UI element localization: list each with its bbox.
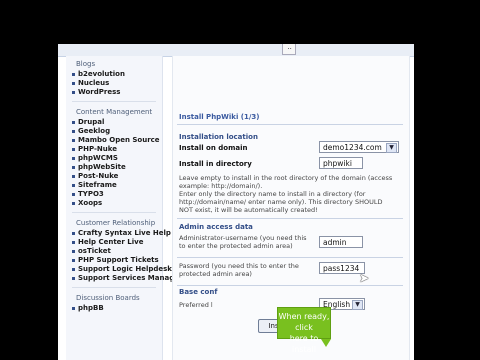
sidebar-item-support-services[interactable]: Support Services Manager <box>66 274 182 283</box>
directory-note-line: Leave empty to install in the root direc… <box>179 174 393 182</box>
browser-page: ·· Blogs b2evolution Nucleus WordPress C… <box>58 44 414 360</box>
sidebar-item-xoops[interactable]: Xoops <box>66 199 162 208</box>
bullet-icon <box>72 121 75 124</box>
chevron-down-icon: ▼ <box>352 300 363 310</box>
section-admin-access: Admin access data <box>179 223 253 231</box>
sidebar-category-customer-relationship: Customer Relationship <box>76 219 156 227</box>
bullet-icon <box>72 91 75 94</box>
divider <box>177 257 403 258</box>
section-installation-location: Installation location <box>179 133 258 141</box>
sidebar-item-b2evolution[interactable]: b2evolution <box>66 70 162 79</box>
bullet-icon <box>72 139 75 142</box>
sidebar-item-support-logic[interactable]: Support Logic Helpdesk <box>66 265 172 274</box>
directory-note-line: NOT exist, it will be automatically crea… <box>179 206 318 214</box>
bullet-icon <box>72 193 75 196</box>
sidebar-item-nucleus[interactable]: Nucleus <box>66 79 162 88</box>
chevron-down-icon: ▼ <box>386 143 397 153</box>
mouse-pointer-icon: ➤ <box>359 271 370 285</box>
password-label: Password (you need this to enter the <box>179 262 299 270</box>
bullet-icon <box>72 157 75 160</box>
directory-note-line: Enter only the directory name to install… <box>179 190 366 198</box>
bullet-icon <box>72 82 75 85</box>
sidebar-item-drupal[interactable]: Drupal <box>66 118 162 127</box>
sidebar-category-content-management: Content Management <box>76 108 153 116</box>
divider <box>177 124 403 125</box>
sidebar-item-php-support-tickets[interactable]: PHP Support Tickets <box>66 256 162 265</box>
tooltip-line: When ready, click <box>278 312 330 332</box>
sidebar-item-mambo[interactable]: Mambo Open Source <box>66 136 162 145</box>
instruction-tooltip: When ready, click here to install <box>277 307 331 354</box>
language-label: Preferred l <box>179 301 213 309</box>
admin-username-label: to enter the protected admin area) <box>179 242 293 250</box>
divider <box>177 218 403 219</box>
tooltip-pointer <box>321 339 331 347</box>
sidebar-category-blogs: Blogs <box>76 60 96 68</box>
sidebar-item-phpwcms[interactable]: phpWCMS <box>66 154 162 163</box>
sidebar-item-osticket[interactable]: osTicket <box>66 247 162 256</box>
bullet-icon <box>72 73 75 76</box>
admin-username-input[interactable]: admin <box>319 236 363 248</box>
bullet-icon <box>72 130 75 133</box>
bullet-icon <box>72 166 75 169</box>
bullet-icon <box>72 148 75 151</box>
bullet-icon <box>72 175 75 178</box>
divider <box>177 285 403 286</box>
sidebar-item-geeklog[interactable]: Geeklog <box>66 127 162 136</box>
sidebar: Blogs b2evolution Nucleus WordPress Cont… <box>66 56 182 360</box>
sidebar-item-phpwebsite[interactable]: phpWebSite <box>66 163 162 172</box>
directory-note-line: http://domain/name/ enter name only). Th… <box>179 198 383 206</box>
sidebar-item-typo3[interactable]: TYPO3 <box>66 190 162 199</box>
bullet-icon <box>72 268 75 271</box>
section-base-config: Base conf <box>179 288 218 296</box>
bullet-icon <box>72 241 75 244</box>
sidebar-divider <box>72 212 156 213</box>
bullet-icon <box>72 202 75 205</box>
page-title: Install PhpWiki (1/3) <box>179 113 260 121</box>
domain-select[interactable]: demo1234.com ▼ <box>319 141 399 153</box>
sidebar-item-phpbb[interactable]: phpBB <box>66 304 162 313</box>
bullet-icon <box>72 184 75 187</box>
domain-label: Install on domain <box>179 144 248 152</box>
sidebar-item-help-center-live[interactable]: Help Center Live <box>66 238 162 247</box>
directory-input[interactable]: phpwiki <box>319 157 363 169</box>
top-badge: ·· <box>282 44 296 55</box>
sidebar-item-crafty-syntax[interactable]: Crafty Syntax Live Help <box>66 229 171 238</box>
password-label: protected admin area) <box>179 270 252 278</box>
sidebar-item-siteframe[interactable]: Siteframe <box>66 181 162 190</box>
sidebar-item-wordpress[interactable]: WordPress <box>66 88 162 97</box>
directory-label: Install in directory <box>179 160 252 168</box>
bullet-icon <box>72 232 75 235</box>
bullet-icon <box>72 259 75 262</box>
sidebar-divider <box>72 287 156 288</box>
sidebar-item-php-nuke[interactable]: PHP-Nuke <box>66 145 162 154</box>
bullet-icon <box>72 250 75 253</box>
sidebar-category-discussion-boards: Discussion Boards <box>76 294 140 302</box>
bullet-icon <box>72 277 75 280</box>
bullet-icon <box>72 307 75 310</box>
sidebar-item-post-nuke[interactable]: Post-Nuke <box>66 172 162 181</box>
admin-username-label: Administrator-username (you need this <box>179 234 307 242</box>
sidebar-divider <box>72 101 156 102</box>
directory-note-line: example: http://domain/). <box>179 182 263 190</box>
